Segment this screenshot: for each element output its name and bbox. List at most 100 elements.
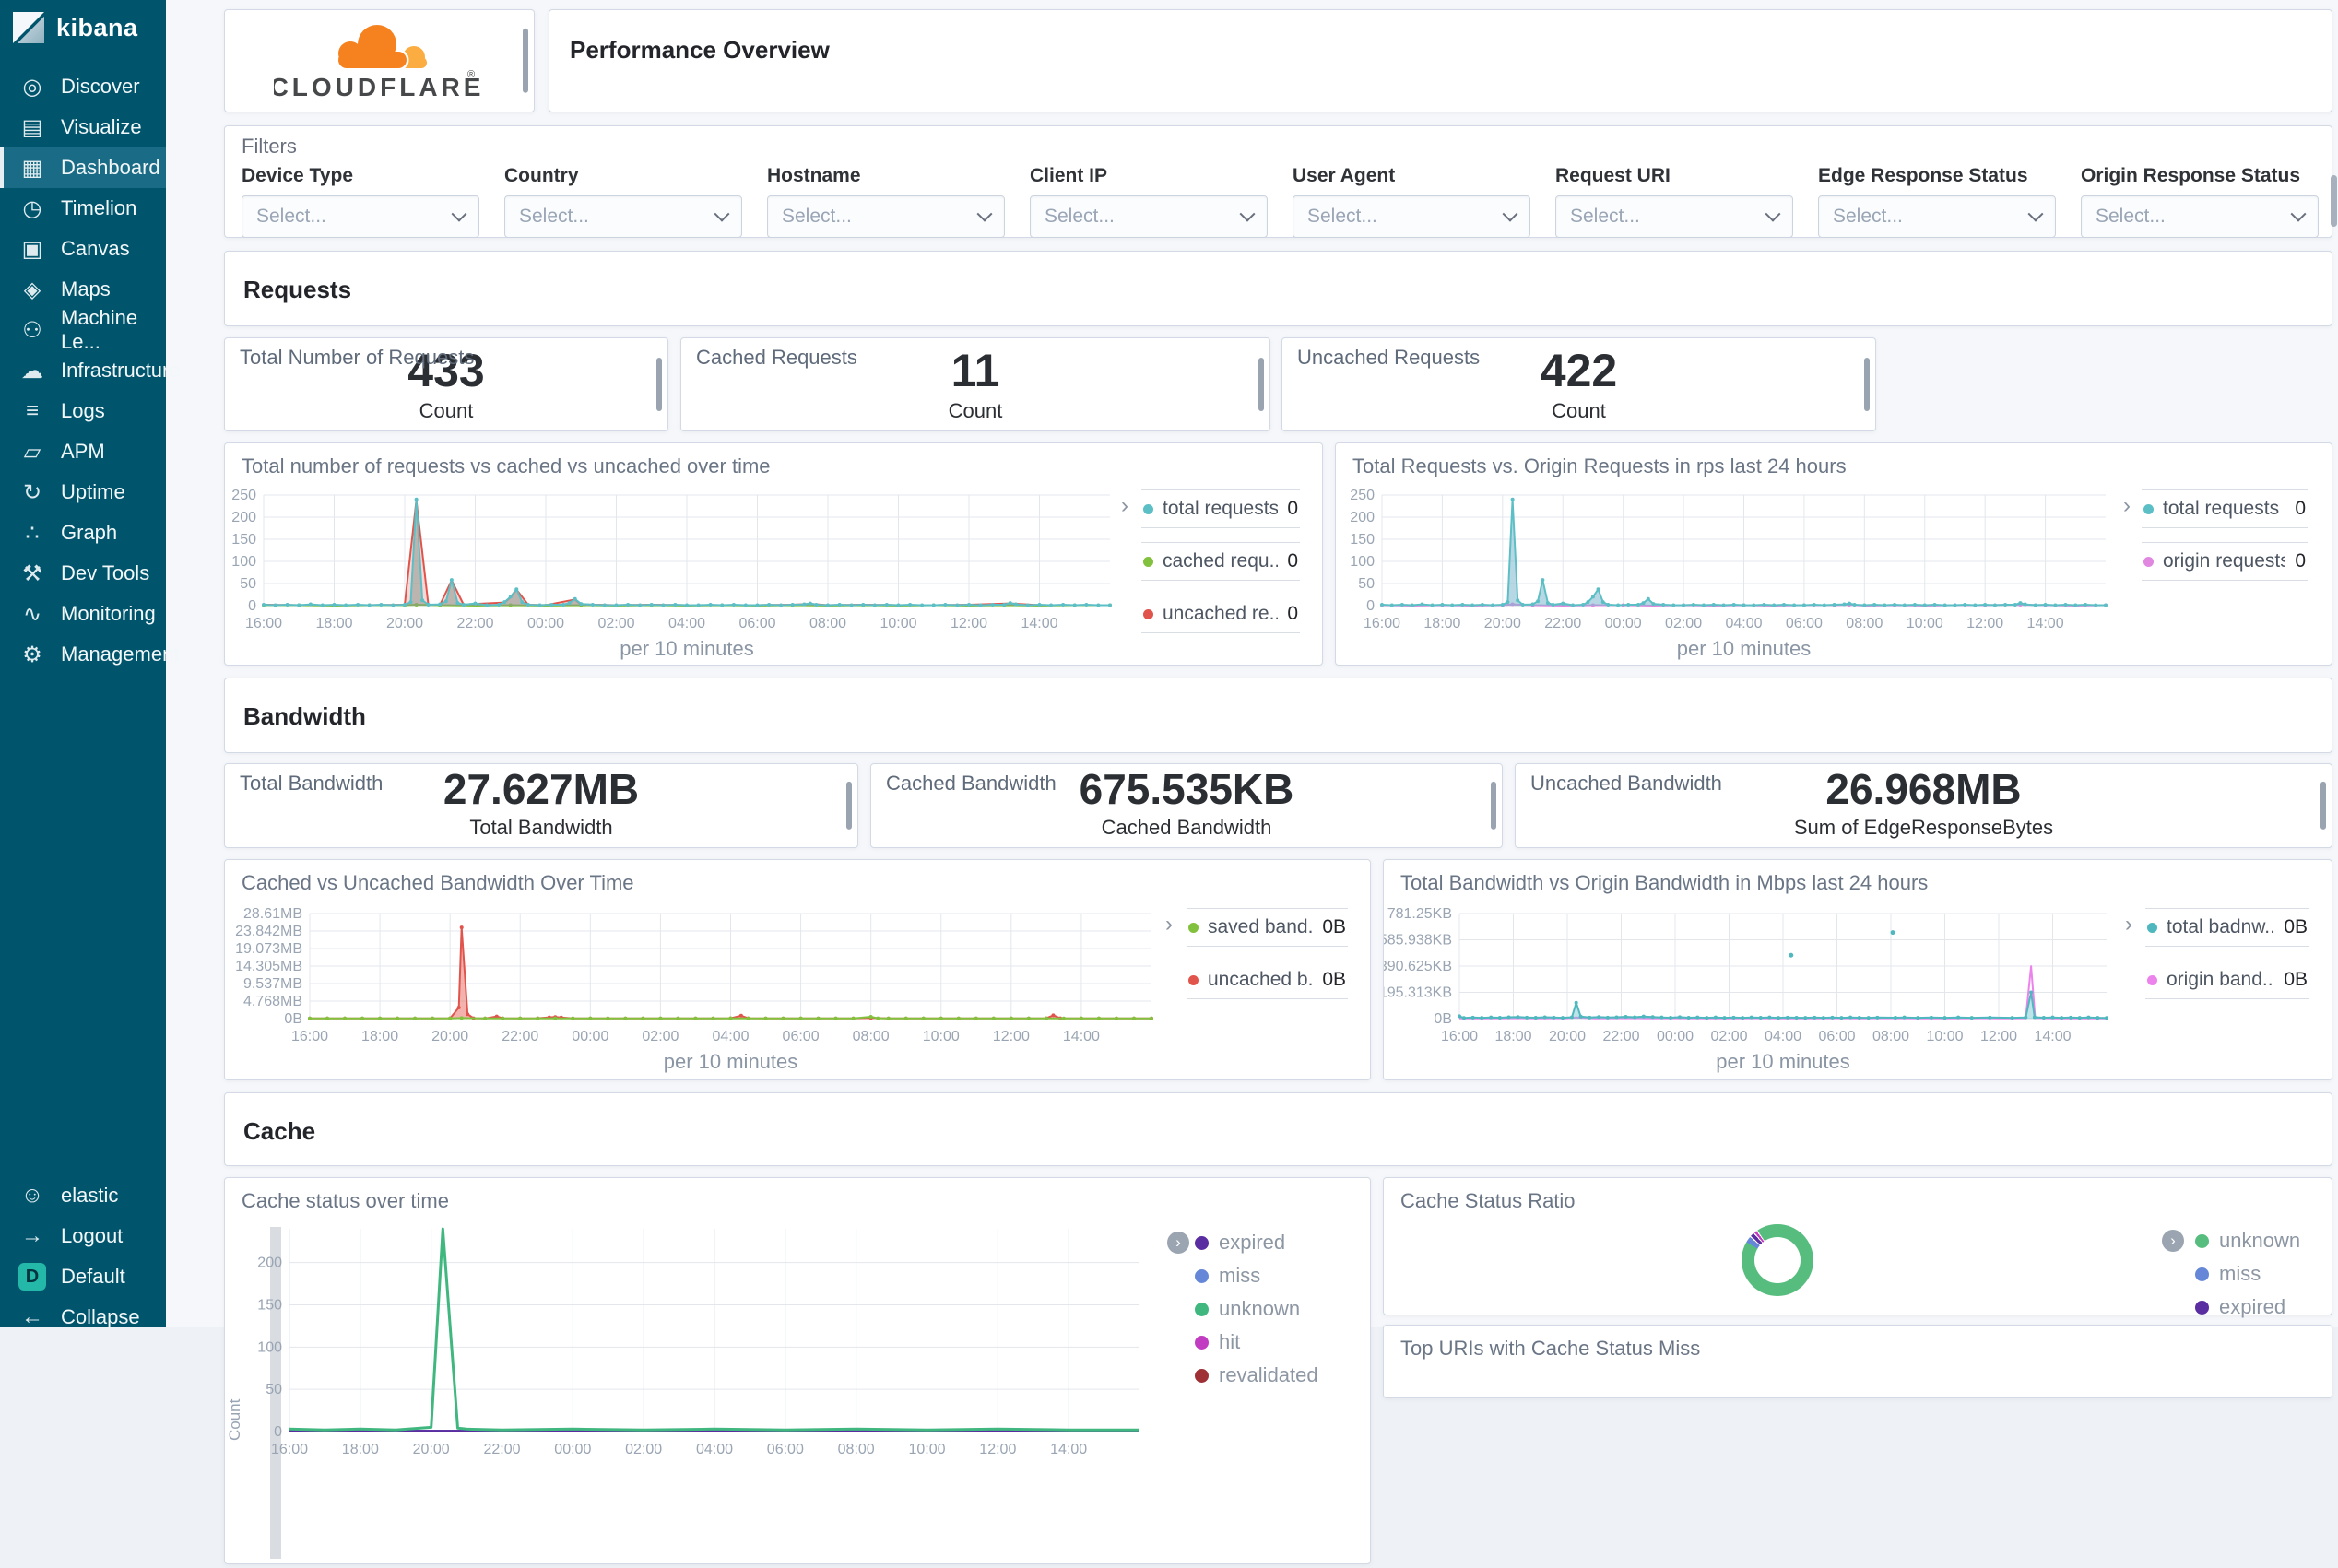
legend-item-unknown[interactable]: unknown	[1195, 1292, 1324, 1326]
user-agent-select[interactable]: Select...	[1293, 195, 1530, 238]
sidebar-item-timelion[interactable]: ◷ Timelion	[0, 188, 166, 229]
sidebar-item-label: Uptime	[61, 480, 125, 503]
kibana-logo[interactable]: kibana	[0, 0, 166, 43]
svg-text:per 10 minutes: per 10 minutes	[1677, 637, 1812, 660]
sidebar-item-discover[interactable]: ◎ Discover	[0, 66, 166, 107]
metric-unit: Count	[1552, 399, 1606, 422]
legend-item-hit[interactable]: hit	[1195, 1326, 1324, 1359]
sidebar-item-default[interactable]: D Default	[0, 1256, 166, 1297]
select-placeholder: Select...	[519, 206, 589, 227]
legend-collapse-icon[interactable]: ›	[1121, 495, 1128, 517]
svg-text:02:00: 02:00	[625, 1442, 662, 1457]
panel-scrollbar[interactable]	[1491, 781, 1496, 831]
legend-item-uncached-re[interactable]: uncached re... 0	[1141, 595, 1300, 633]
sidebar-item-label: Dashboard	[61, 156, 160, 179]
sidebar-item-collapse[interactable]: ← Collapse	[0, 1297, 166, 1338]
svg-text:10:00: 10:00	[1926, 1029, 1963, 1044]
page-scrollbar[interactable]	[2331, 175, 2337, 227]
legend-collapse-icon[interactable]: ›	[1167, 1232, 1189, 1254]
panel-scrollbar[interactable]	[2320, 781, 2326, 831]
svg-text:06:00: 06:00	[1786, 616, 1823, 631]
country-select[interactable]: Select...	[504, 195, 742, 238]
legend-item-origin-band[interactable]: origin band... 0B	[2145, 961, 2309, 999]
sidebar-item-label: Infrastructure	[61, 359, 181, 382]
legend-item-saved-band[interactable]: saved band... 0B	[1187, 908, 1348, 947]
svg-text:50: 50	[1358, 576, 1375, 592]
cache-ratio-donut-chart[interactable]	[1742, 1224, 1813, 1296]
svg-text:12:00: 12:00	[951, 616, 987, 631]
svg-text:12:00: 12:00	[979, 1442, 1016, 1457]
svg-text:00:00: 00:00	[1605, 616, 1642, 631]
legend-item-total-requests[interactable]: total requests 0	[1141, 489, 1300, 528]
client-ip-select[interactable]: Select...	[1030, 195, 1268, 238]
legend-item-total-requests[interactable]: total requests 0	[2142, 489, 2308, 528]
user-icon: ☺	[20, 1183, 44, 1208]
panel-scrollbar[interactable]	[656, 358, 662, 411]
panel-scrollbar[interactable]	[1258, 358, 1264, 411]
legend-item-origin-requests[interactable]: origin requests 0	[2142, 542, 2308, 581]
legend-item-expired[interactable]: expired	[2195, 1291, 2306, 1324]
sidebar-item-dashboard[interactable]: ▦ Dashboard	[0, 147, 166, 188]
svg-text:19.073MB: 19.073MB	[235, 941, 302, 957]
legend-item-uncached-b[interactable]: uncached b... 0B	[1187, 961, 1348, 999]
legend-item-cached-requ[interactable]: cached requ... 0	[1141, 542, 1300, 581]
sidebar-item-label: Maps	[61, 277, 111, 301]
panel-bandwidth-over-time: Cached vs Uncached Bandwidth Over Time 0…	[224, 859, 1371, 1080]
svg-text:22:00: 22:00	[502, 1029, 538, 1044]
discover-icon: ◎	[22, 74, 42, 100]
panel-scrollbar[interactable]	[846, 781, 852, 831]
page-title: Performance Overview	[570, 36, 830, 64]
sidebar-item-machine-le[interactable]: ⚇ Machine Le...	[0, 306, 166, 353]
panel-scrollbar[interactable]	[523, 28, 528, 94]
svg-text:100: 100	[1350, 554, 1375, 570]
filter-label: Request URI	[1555, 165, 1671, 186]
legend-collapse-icon[interactable]: ›	[2162, 1230, 2184, 1252]
sidebar-item-dev-tools[interactable]: ⚒ Dev Tools	[0, 553, 166, 594]
filter-label: Hostname	[767, 165, 861, 186]
legend-collapse-icon[interactable]: ›	[2125, 914, 2132, 936]
svg-text:0: 0	[248, 598, 256, 614]
origin-response-status-select[interactable]: Select...	[2081, 195, 2319, 238]
edge-response-status-select[interactable]: Select...	[1818, 195, 2056, 238]
sidebar-item-logout[interactable]: → Logout	[0, 1216, 166, 1256]
sidebar-item-graph[interactable]: ∴ Graph	[0, 513, 166, 553]
legend-item-revalidated[interactable]: revalidated	[1195, 1359, 1324, 1392]
device-type-select[interactable]: Select...	[242, 195, 479, 238]
hostname-select[interactable]: Select...	[767, 195, 1005, 238]
panel-scrollbar[interactable]	[1864, 358, 1870, 411]
legend-item-miss[interactable]: miss	[1195, 1259, 1324, 1292]
sidebar-item-visualize[interactable]: ▤ Visualize	[0, 107, 166, 147]
sidebar-item-label: Canvas	[61, 237, 130, 260]
legend-item-expired[interactable]: expired	[1195, 1226, 1324, 1259]
legend-label: origin requests	[2163, 550, 2286, 572]
sidebar-item-logs[interactable]: ≡ Logs	[0, 391, 166, 431]
legend-item-total-badnw[interactable]: total badnw... 0B	[2145, 908, 2309, 947]
infrastructure-icon: ☁	[21, 358, 43, 383]
request-uri-select[interactable]: Select...	[1555, 195, 1793, 238]
space-default-badge: D	[18, 1263, 46, 1291]
svg-text:®: ®	[467, 69, 475, 80]
sidebar-item-apm[interactable]: ▱ APM	[0, 431, 166, 472]
sidebar-item-label: APM	[61, 440, 105, 463]
legend-color-dot	[1195, 1268, 1209, 1283]
legend-collapse-icon[interactable]: ›	[2123, 495, 2131, 517]
sidebar-item-maps[interactable]: ◈ Maps	[0, 269, 166, 310]
metric-value: 422	[1540, 345, 1618, 396]
sidebar-item-monitoring[interactable]: ∿ Monitoring	[0, 594, 166, 634]
sidebar-item-label: elastic	[61, 1184, 119, 1207]
legend-item-miss[interactable]: miss	[2195, 1257, 2306, 1291]
svg-text:585.938KB: 585.938KB	[1384, 932, 1452, 948]
legend-label: unknown	[1219, 1297, 1301, 1320]
legend-item-unknown[interactable]: unknown	[2195, 1224, 2306, 1257]
sidebar-item-elastic[interactable]: ☺ elastic	[0, 1175, 166, 1216]
svg-text:08:00: 08:00	[809, 616, 846, 631]
sidebar-item-management[interactable]: ⚙ Management	[0, 634, 179, 675]
management-icon: ⚙	[22, 642, 42, 667]
sidebar-item-canvas[interactable]: ▣ Canvas	[0, 229, 166, 269]
svg-text:22:00: 22:00	[483, 1442, 520, 1457]
svg-text:02:00: 02:00	[1665, 616, 1702, 631]
legend-collapse-icon[interactable]: ›	[1165, 914, 1173, 936]
svg-text:04:00: 04:00	[696, 1442, 733, 1457]
sidebar-item-infrastructure[interactable]: ☁ Infrastructure	[0, 350, 181, 391]
sidebar-item-uptime[interactable]: ↻ Uptime	[0, 472, 166, 513]
